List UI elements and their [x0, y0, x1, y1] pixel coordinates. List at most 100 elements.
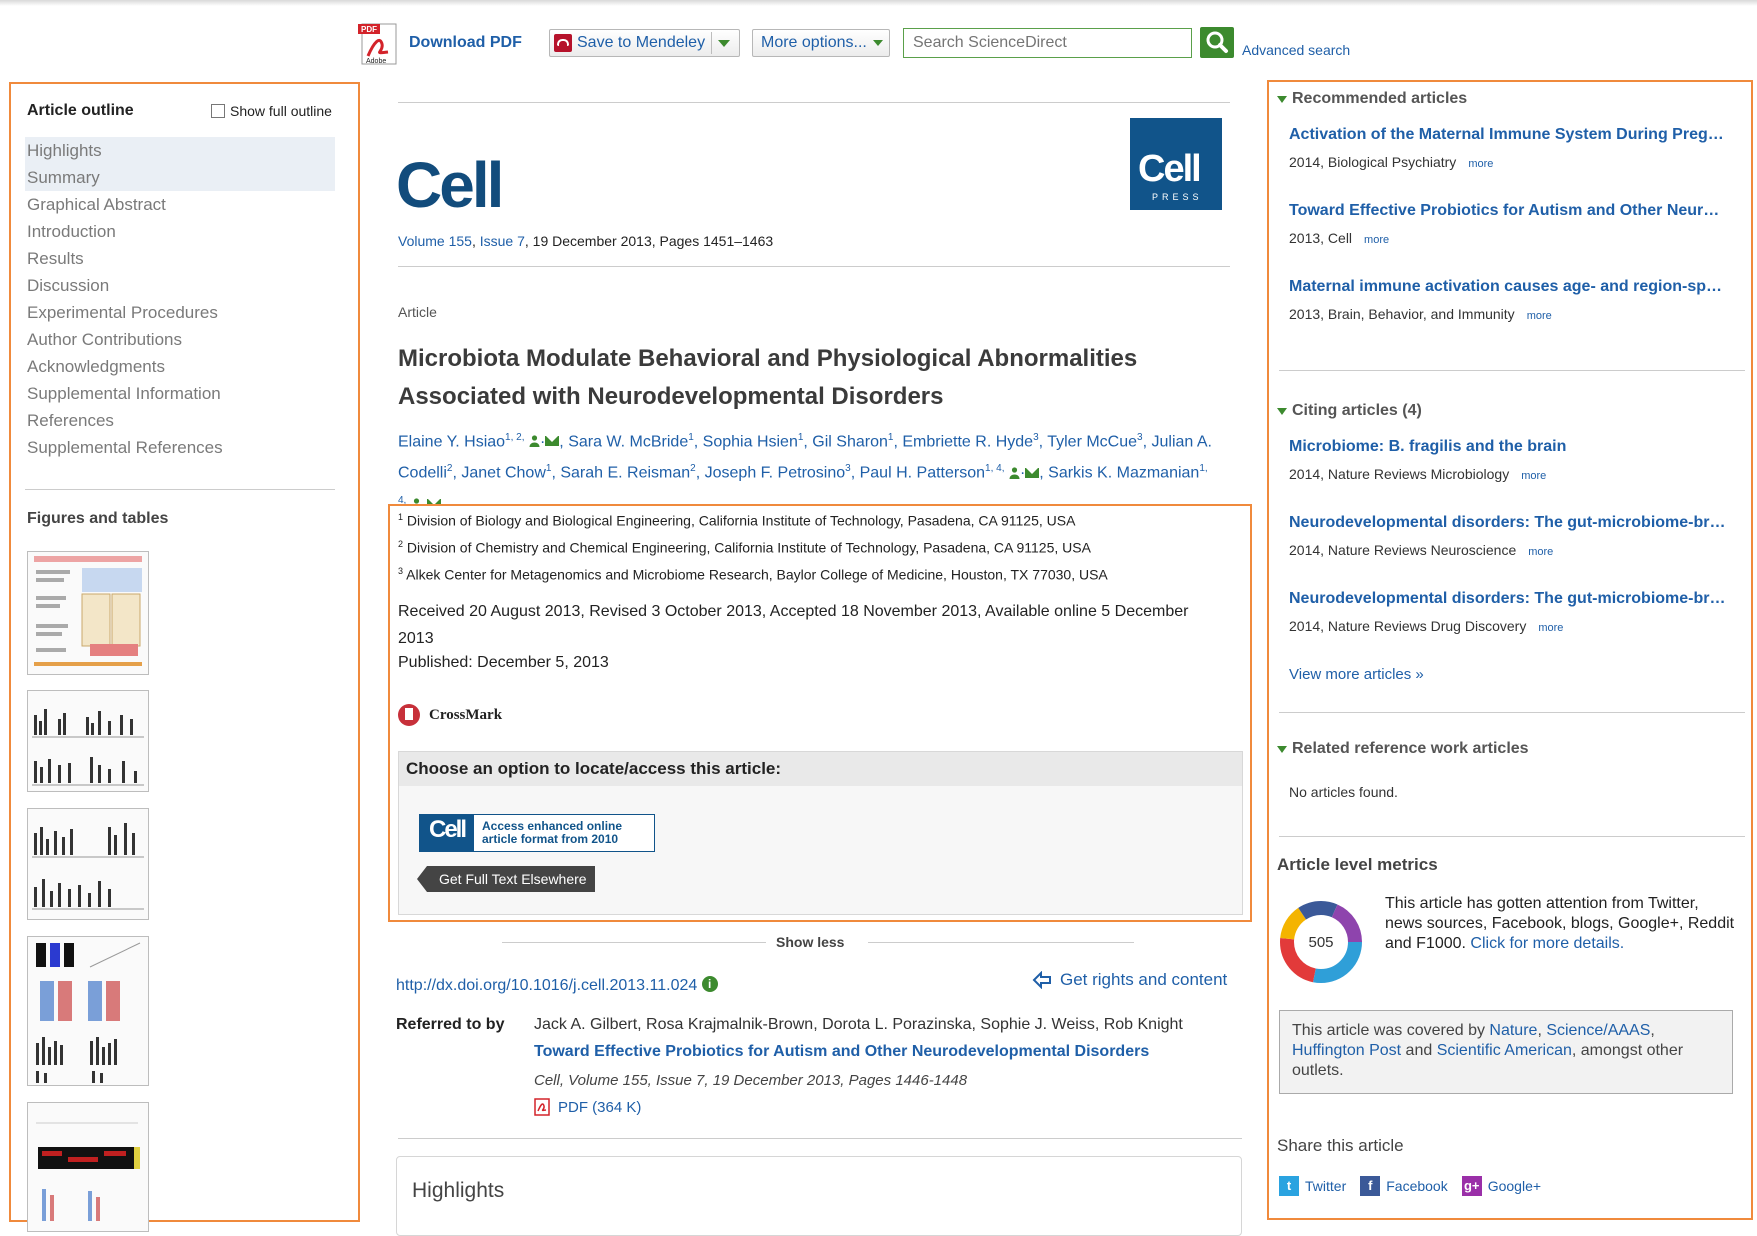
show-full-outline-toggle[interactable]: Show full outline	[211, 103, 332, 119]
twitter-icon[interactable]: t	[1279, 1176, 1299, 1196]
related-reference-toggle[interactable]: Related reference work articles	[1277, 740, 1529, 758]
outline-item-acknowledgments[interactable]: Acknowledgments	[25, 353, 335, 380]
person-icon[interactable]	[1009, 467, 1020, 479]
mendeley-dropdown-icon[interactable]	[718, 39, 731, 47]
author-link[interactable]: Janet Chow	[461, 465, 546, 482]
author-link[interactable]: Joseph F. Petrosino	[705, 465, 846, 482]
related-reference-heading: Related reference work articles	[1292, 740, 1529, 757]
outline-item-introduction[interactable]: Introduction	[25, 218, 335, 245]
citing-article-link[interactable]: Neurodevelopmental disorders: The gut-mi…	[1289, 590, 1729, 608]
figure-thumbnail-graphical-abstract[interactable]	[27, 551, 149, 675]
recommended-article-link[interactable]: Activation of the Maternal Immune System…	[1289, 126, 1729, 144]
view-more-articles-link[interactable]: View more articles »	[1289, 666, 1424, 683]
published-date: Published: December 5, 2013	[398, 654, 609, 671]
download-pdf-link[interactable]: Download PDF	[409, 34, 522, 52]
show-less-rule-left	[502, 942, 766, 943]
figures-tables-heading: Figures and tables	[27, 510, 169, 527]
highlights-section: Highlights	[396, 1156, 1242, 1236]
search-input[interactable]	[903, 28, 1192, 58]
author-link[interactable]: Sarkis K. Mazmanian	[1048, 465, 1199, 482]
article-outline-panel: Article outline Show full outline Highli…	[9, 82, 360, 1232]
info-icon[interactable]: i	[701, 976, 718, 992]
advanced-search-link[interactable]: Advanced search	[1242, 42, 1350, 58]
more-options-button[interactable]: More options...	[752, 29, 890, 57]
more-link[interactable]: more	[1538, 622, 1563, 634]
citing-articles-toggle[interactable]: Citing articles (4)	[1277, 402, 1422, 420]
more-link[interactable]: more	[1521, 470, 1546, 482]
coverage-link-science[interactable]: Science/AAAS	[1546, 1022, 1650, 1039]
author-link[interactable]: Elaine Y. Hsiao	[398, 433, 505, 450]
share-facebook-link[interactable]: Facebook	[1386, 1178, 1447, 1194]
show-less-toggle[interactable]: Show less	[776, 934, 844, 950]
altmetric-donut-icon[interactable]: 505	[1279, 900, 1363, 984]
person-icon[interactable]	[529, 435, 540, 448]
recommended-articles-toggle[interactable]: Recommended articles	[1277, 90, 1467, 108]
author-link[interactable]: Tyler McCue	[1047, 433, 1137, 450]
get-full-text-elsewhere-button[interactable]: Get Full Text Elsewhere	[417, 866, 595, 892]
recommended-article-link[interactable]: Maternal immune activation causes age- a…	[1289, 278, 1729, 296]
figure-thumbnail-2[interactable]	[27, 808, 149, 920]
facebook-icon[interactable]: f	[1360, 1176, 1381, 1196]
get-rights-link[interactable]: Get rights and content	[1032, 970, 1227, 990]
coverage-link-sciam[interactable]: Scientific American	[1437, 1042, 1572, 1059]
citing-article-link[interactable]: Neurodevelopmental disorders: The gut-mi…	[1289, 514, 1729, 532]
crossmark-button[interactable]: CrossMark	[398, 704, 502, 726]
figure-thumbnail-4[interactable]	[27, 1102, 149, 1232]
outline-item-results[interactable]: Results	[25, 245, 335, 272]
author-sup: 1	[688, 432, 694, 443]
author-link[interactable]: Gil Sharon	[812, 433, 888, 450]
share-google-link[interactable]: Google+	[1488, 1178, 1541, 1194]
outline-item-supplemental-information[interactable]: Supplemental Information	[25, 380, 335, 407]
citing-article-link[interactable]: Microbiome: B. fragilis and the brain	[1289, 438, 1729, 456]
outline-item-author-contributions[interactable]: Author Contributions	[25, 326, 335, 353]
outline-item-references[interactable]: References	[25, 407, 335, 434]
volume-link[interactable]: Volume 155	[398, 233, 472, 249]
save-to-mendeley-button[interactable]: Save to Mendeley	[549, 29, 740, 57]
search-icon	[1206, 31, 1228, 53]
access-enhanced-format-label: Access enhanced online article format fr…	[482, 820, 622, 846]
issue-link[interactable]: Issue 7	[480, 233, 525, 249]
metrics-details-link[interactable]: Click for more details.	[1470, 935, 1624, 952]
recommended-article-link[interactable]: Toward Effective Probiotics for Autism a…	[1289, 202, 1729, 220]
more-link[interactable]: more	[1468, 158, 1493, 170]
rights-arrow-icon	[1032, 971, 1051, 989]
figure-thumbnail-1[interactable]	[27, 690, 149, 792]
show-full-outline-checkbox[interactable]	[211, 104, 225, 118]
more-link[interactable]: more	[1527, 310, 1552, 322]
outline-item-discussion[interactable]: Discussion	[25, 272, 335, 299]
access-enhanced-format-button[interactable]: Cell Access enhanced online article form…	[419, 814, 655, 852]
more-link[interactable]: more	[1528, 546, 1553, 558]
more-link[interactable]: more	[1364, 234, 1389, 246]
author-link[interactable]: Paul H. Patterson	[860, 465, 985, 482]
outline-item-highlights[interactable]: Highlights	[25, 137, 335, 164]
pdf-file-icon	[534, 1098, 550, 1116]
recommended-article-source: 2013, Brain, Behavior, and Immunity	[1289, 306, 1515, 322]
referred-article-link[interactable]: Toward Effective Probiotics for Autism a…	[534, 1043, 1149, 1061]
search-button[interactable]	[1200, 27, 1234, 58]
author-link[interactable]: Sara W. McBride	[568, 433, 688, 450]
coverage-link-huffington[interactable]: Huffington Post	[1292, 1042, 1401, 1059]
author-link[interactable]: Sophia Hsien	[703, 433, 798, 450]
outline-item-experimental-procedures[interactable]: Experimental Procedures	[25, 299, 335, 326]
outline-item-supplemental-references[interactable]: Supplemental References	[25, 434, 335, 461]
email-icon[interactable]	[1025, 467, 1040, 478]
email-icon[interactable]	[545, 436, 560, 447]
referred-pdf-label: PDF (364 K)	[558, 1098, 642, 1116]
figure-thumbnail-3[interactable]	[27, 936, 149, 1086]
toolbar-shadow	[0, 0, 1757, 6]
doi-link[interactable]: http://dx.doi.org/10.1016/j.cell.2013.11…	[396, 977, 697, 994]
google-plus-icon[interactable]: g+	[1461, 1176, 1482, 1196]
outline-item-summary[interactable]: Summary	[25, 164, 335, 191]
outline-item-graphical-abstract[interactable]: Graphical Abstract	[25, 191, 335, 218]
author-sup: 1	[887, 432, 894, 443]
referred-pdf-link[interactable]: PDF (364 K)	[534, 1098, 641, 1116]
cell-press-logo[interactable]: Cell PRESS	[1130, 118, 1222, 210]
coverage-link-nature[interactable]: Nature	[1489, 1022, 1537, 1039]
cell-journal-logo[interactable]: Cell	[396, 148, 504, 222]
referred-to-by-label: Referred to by	[396, 1016, 505, 1033]
affiliation-2: 2 Division of Chemistry and Chemical Eng…	[398, 539, 1091, 556]
share-twitter-link[interactable]: Twitter	[1305, 1178, 1346, 1194]
author-link[interactable]: Sarah E. Reisman	[560, 465, 690, 482]
adobe-pdf-icon[interactable]: PDF Adobe	[358, 22, 400, 66]
author-link[interactable]: Embriette R. Hyde	[902, 433, 1033, 450]
